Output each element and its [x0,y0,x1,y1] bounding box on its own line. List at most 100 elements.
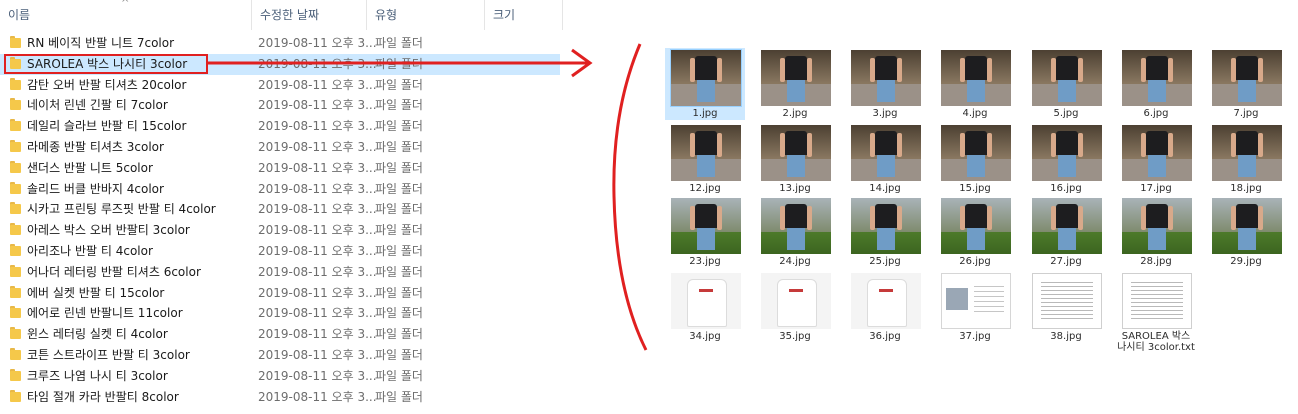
folder-icon [10,306,21,319]
thumbnail-tile[interactable]: SAROLEA 박스 나시티 3color.txt [1116,271,1196,353]
thumbnail-caption: 27.jpg [1050,256,1082,267]
thumbnail-tile[interactable]: 34.jpg [665,271,745,353]
folder-row[interactable]: 타임 절개 카라 반팔티 8color 2019-08-11 오후 3... 파일 … [0,387,560,408]
item-type: 파일 폴더 [375,327,423,342]
thumbnail-caption: 5.jpg [1053,108,1079,119]
folder-icon [10,368,21,381]
thumbnail-caption: 37.jpg [959,331,991,342]
thumbnail-image [941,125,1011,181]
modified-date: 2019-08-11 오후 3... [258,181,377,196]
thumbnail-tile[interactable]: 12.jpg [665,123,745,195]
modified-date: 2019-08-11 오후 3... [258,77,377,92]
thumbnail-tile[interactable]: 25.jpg [845,196,925,268]
folder-icon [10,98,21,111]
thumbnail-tile[interactable]: 15.jpg [935,123,1015,195]
thumbnail-tile[interactable]: 16.jpg [1026,123,1106,195]
thumbnail-tile[interactable]: 23.jpg [665,196,745,268]
thumbnail-image [1212,198,1282,254]
thumbnail-tile[interactable]: 6.jpg [1116,48,1196,120]
folder-row[interactable]: 네이처 린넨 긴팔 티 7color 2019-08-11 오후 3... 파일 폴… [0,95,560,116]
folder-name: 어나더 레터링 반팔 티셔츠 6color [27,264,201,279]
thumbnail-tile[interactable]: 7.jpg [1206,48,1286,120]
thumbnail-tile[interactable]: 3.jpg [845,48,925,120]
thumbnail-image [761,198,831,254]
folder-row[interactable]: 아리조나 반팔 티 4color 2019-08-11 오후 3... 파일 폴더 [0,241,560,262]
folder-row[interactable]: 아레스 박스 오버 반팔티 3color 2019-08-11 오후 3... 파일… [0,220,560,241]
thumbnail-tile[interactable]: 13.jpg [755,123,835,195]
thumbnail-image [1122,198,1192,254]
thumbnail-caption: 6.jpg [1143,108,1169,119]
folder-row[interactable]: 데일리 슬라브 반팔 티 15color 2019-08-11 오후 3... 파일… [0,116,560,137]
folder-name: 아레스 박스 오버 반팔티 3color [27,223,190,238]
folder-icon [10,140,21,152]
thumbnail-tile[interactable]: 2.jpg [755,48,835,120]
bracket-annotation-icon [612,43,648,351]
thumbnail-caption: 1.jpg [692,108,718,119]
thumbnail-image [941,50,1011,106]
thumbnail-caption: 15.jpg [959,183,991,194]
thumbnail-tile[interactable]: 35.jpg [755,271,835,353]
thumbnail-caption: 13.jpg [779,183,811,194]
folder-row[interactable]: RN 베이직 반팔 니트 7color 2019-08-11 오후 3... 파일 … [0,33,560,54]
thumbnail-caption: 23.jpg [689,256,721,267]
folder-row[interactable]: 샌더스 반팔 니트 5color 2019-08-11 오후 3... 파일 폴더 [0,158,560,179]
column-modified-date[interactable]: 수정한 날짜 [252,0,367,30]
folder-row[interactable]: 솔리드 버클 반바지 4color 2019-08-11 오후 3... 파일 폴더 [0,179,560,200]
item-type: 파일 폴더 [375,77,423,92]
thumbnail-tile[interactable]: 4.jpg [935,48,1015,120]
folder-row[interactable]: 감탄 오버 반팔 티셔츠 20color 2019-08-11 오후 3... 파일… [0,75,560,96]
modified-date: 2019-08-11 오후 3... [258,98,377,113]
thumbnail-tile[interactable]: 37.jpg [935,271,1015,353]
thumbnail-tile[interactable]: 18.jpg [1206,123,1286,195]
folder-row[interactable]: 시카고 프린팅 루즈핏 반팔 티 4color 2019-08-11 오후 3..… [0,199,560,220]
folder-row[interactable]: 에버 실켓 반팔 티 15color 2019-08-11 오후 3... 파일 폴… [0,283,560,304]
column-size[interactable]: 크기 [485,0,563,30]
thumbnail-image [941,273,1011,329]
thumbnail-caption: 34.jpg [689,331,721,342]
modified-date: 2019-08-11 오후 3... [258,160,377,175]
column-header: 이름 ^ 수정한 날짜 유형 크기 [0,0,565,30]
column-type[interactable]: 유형 [367,0,485,30]
item-type: 파일 폴더 [375,285,423,300]
thumbnail-image [851,198,921,254]
thumbnail-image [1032,198,1102,254]
thumbnail-caption: 38.jpg [1050,331,1082,342]
folder-icon [10,389,21,402]
thumbnail-tile[interactable]: 14.jpg [845,123,925,195]
thumbnail-caption: 26.jpg [959,256,991,267]
folder-row[interactable]: 라메종 반팔 티셔츠 3color 2019-08-11 오후 3... 파일 폴더 [0,137,560,158]
thumbnail-tile[interactable]: 17.jpg [1116,123,1196,195]
thumbnail-tile[interactable]: 1.jpg [665,48,745,120]
thumbnail-image [670,49,742,107]
folder-name: 크루즈 나염 나시 티 3color [27,368,168,383]
thumbnail-tile[interactable]: 38.jpg [1026,271,1106,353]
thumbnail-caption: SAROLEA 박스 나시티 3color.txt [1117,331,1195,353]
thumbnail-caption: 17.jpg [1140,183,1172,194]
folder-row[interactable]: 에어로 린넨 반팔니트 11color 2019-08-11 오후 3... 파일 … [0,303,560,324]
thumbnail-tile[interactable]: 27.jpg [1026,196,1106,268]
folder-name: 솔리드 버클 반바지 4color [27,181,164,196]
item-type: 파일 폴더 [375,160,423,175]
thumbnail-tile[interactable]: 36.jpg [845,271,925,353]
thumbnail-tile[interactable]: 26.jpg [935,196,1015,268]
folder-name: 샌더스 반팔 니트 5color [27,160,153,175]
folder-row[interactable]: 크루즈 나염 나시 티 3color 2019-08-11 오후 3... 파일 폴… [0,366,560,387]
thumbnail-tile[interactable]: 29.jpg [1206,196,1286,268]
thumbnail-tile[interactable]: 28.jpg [1116,196,1196,268]
folder-row[interactable]: 코튼 스트라이프 반팔 티 3color 2019-08-11 오후 3... 파일… [0,345,560,366]
thumbnail-image [1032,273,1102,329]
thumbnail-image [671,125,741,181]
folder-row[interactable]: 어나더 레터링 반팔 티셔츠 6color 2019-08-11 오후 3... 파… [0,262,560,283]
folder-name: 아리조나 반팔 티 4color [27,244,153,258]
folder-name: 네이처 린넨 긴팔 티 7color [27,98,168,113]
thumbnail-tile[interactable]: 24.jpg [755,196,835,268]
item-type: 파일 폴더 [375,181,423,196]
item-type: 파일 폴더 [375,348,423,362]
modified-date: 2019-08-11 오후 3... [258,348,377,362]
thumbnail-caption: 14.jpg [869,183,901,194]
folder-row[interactable]: 윈스 레터링 실켓 티 4color 2019-08-11 오후 3... 파일 폴… [0,324,560,345]
thumbnail-image [941,198,1011,254]
thumbnail-tile[interactable]: 5.jpg [1026,48,1106,120]
folder-icon [10,285,21,298]
folder-icon [10,244,21,256]
